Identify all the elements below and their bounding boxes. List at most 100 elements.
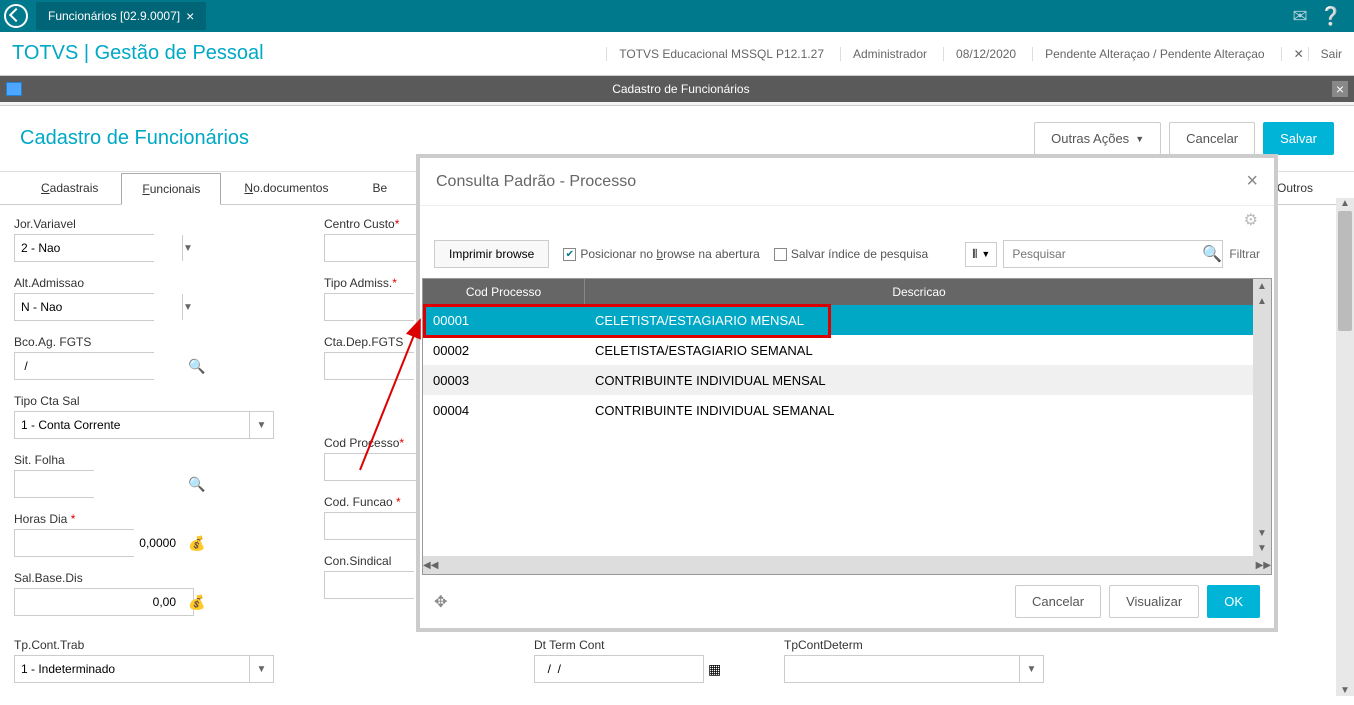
salvar-indice-checkbox[interactable]: Salvar índice de pesquisa [774, 247, 928, 261]
table-row[interactable]: 00004 CONTRIBUINTE INDIVIDUAL SEMANAL [423, 395, 1253, 425]
scroll-down-icon[interactable]: ▼ [1255, 541, 1269, 556]
search-input-group: 🔍 [1003, 240, 1223, 268]
chevron-down-icon[interactable]: ▼ [249, 412, 273, 438]
search-mode-dropdown[interactable]: ⦀ ▼ [965, 242, 997, 267]
money-icon: 💰 [182, 535, 211, 552]
modal-close-icon[interactable]: × [1246, 170, 1258, 193]
tab-funcionais[interactable]: Funcionais [121, 173, 221, 205]
cell-desc: CELETISTA/ESTAGIARIO MENSAL [585, 313, 1253, 328]
window-tab[interactable]: Funcionários [02.9.0007] × [36, 2, 206, 30]
col-header-cod[interactable]: Cod Processo [423, 279, 585, 305]
jor-variavel-label: Jor.Variavel [14, 217, 274, 231]
cell-cod: 00002 [423, 343, 585, 358]
scroll-down-icon[interactable]: ▼ [1340, 685, 1350, 696]
search-icon[interactable]: 🔍 [182, 358, 211, 375]
col-header-desc[interactable]: Descricao [585, 279, 1253, 305]
sal-base-dis-label: Sal.Base.Dis [14, 571, 274, 585]
horas-dia-input[interactable]: 💰 [14, 529, 134, 557]
lookup-modal: Consulta Padrão - Processo × ⚙ Imprimir … [416, 154, 1278, 632]
filter-link[interactable]: Filtrar [1229, 247, 1260, 261]
alt-admissao-select[interactable]: ▼ [14, 293, 154, 321]
tab-label: Funcionários [02.9.0007] [48, 9, 180, 23]
chevron-down-icon[interactable]: ▼ [182, 235, 193, 261]
tipo-cta-sal-label: Tipo Cta Sal [14, 394, 274, 408]
columns-icon: ⦀ [972, 247, 977, 262]
table-row[interactable]: 00001 CELETISTA/ESTAGIARIO MENSAL [423, 305, 1253, 335]
move-icon[interactable]: ✥ [434, 592, 447, 612]
scroll-up-icon[interactable]: ▲ [1255, 294, 1269, 309]
con-sindical-input[interactable]: 🔍 [324, 571, 414, 599]
cta-dep-fgts-input[interactable] [324, 352, 414, 380]
tab-close-icon[interactable]: × [186, 8, 194, 24]
help-icon[interactable]: ❔ [1320, 6, 1342, 27]
chevron-down-icon[interactable]: ▼ [1019, 656, 1043, 682]
search-icon[interactable]: 🔍 [182, 476, 211, 493]
cell-desc: CONTRIBUINTE INDIVIDUAL MENSAL [585, 373, 1253, 388]
sit-folha-label: Sit. Folha [14, 453, 274, 467]
chevron-down-icon[interactable]: ▼ [249, 656, 273, 682]
calendar-icon[interactable]: ▦ [702, 661, 727, 678]
sit-folha-input[interactable]: 🔍 [14, 470, 94, 498]
scroll-down-icon[interactable]: ▼ [1255, 526, 1269, 541]
search-input[interactable] [1004, 247, 1202, 261]
mail-icon[interactable]: ✉ [1292, 6, 1307, 27]
print-browse-button[interactable]: Imprimir browse [434, 240, 549, 268]
page-title: Cadastro de Funcionários [20, 127, 249, 150]
money-icon: 💰 [182, 594, 211, 611]
modal-view-button[interactable]: Visualizar [1109, 585, 1199, 618]
modal-cancel-button[interactable]: Cancelar [1015, 585, 1101, 618]
date-label: 08/12/2020 [943, 47, 1016, 61]
window-close-icon[interactable]: × [1332, 81, 1348, 97]
table-row[interactable]: 00003 CONTRIBUINTE INDIVIDUAL MENSAL [423, 365, 1253, 395]
dt-term-cont-label: Dt Term Cont [534, 638, 704, 652]
save-button[interactable]: Salvar [1263, 122, 1334, 155]
search-icon[interactable]: 🔍 [1202, 244, 1222, 264]
checkbox-icon [774, 248, 787, 261]
tp-cont-determ-select[interactable]: ▼ [784, 655, 1044, 683]
chevron-down-icon[interactable]: ▼ [182, 294, 193, 320]
table-vscrollbar[interactable]: ▲ ▲ ▼ ▼ [1253, 279, 1271, 556]
chevron-down-icon: ▼ [981, 249, 990, 259]
tab-beneficios[interactable]: Be [351, 172, 408, 204]
dt-term-cont-input[interactable]: ▦ [534, 655, 704, 683]
page-scrollbar[interactable]: ▲ ▼ [1336, 198, 1354, 696]
cell-desc: CELETISTA/ESTAGIARIO SEMANAL [585, 343, 1253, 358]
tp-cont-determ-label: TpContDeterm [784, 638, 1044, 652]
tp-cont-trab-label: Tp.Cont.Trab [14, 638, 274, 652]
other-actions-button[interactable]: Outras Ações ▼ [1034, 122, 1161, 155]
app-title: TOTVS | Gestão de Pessoal [12, 42, 264, 65]
posicionar-checkbox[interactable]: ✔ Posicionar no browse na abertura [563, 247, 759, 261]
user-label: Administrador [840, 47, 927, 61]
table-row[interactable]: 00002 CELETISTA/ESTAGIARIO SEMANAL [423, 335, 1253, 365]
header-bar: TOTVS | Gestão de Pessoal TOTVS Educacio… [0, 32, 1354, 76]
cell-cod: 00003 [423, 373, 585, 388]
cancel-button[interactable]: Cancelar [1169, 122, 1255, 155]
mdi-window-title: Cadastro de Funcionários × [0, 76, 1354, 102]
scroll-up-icon[interactable]: ▲ [1255, 279, 1269, 294]
tipo-cta-sal-select[interactable]: ▼ [14, 411, 274, 439]
jor-variavel-select[interactable]: ▼ [14, 234, 154, 262]
sal-base-dis-input[interactable]: 💰 [14, 588, 194, 616]
cell-cod: 00004 [423, 403, 585, 418]
title-bar: Funcionários [02.9.0007] × ✉ ❔ [0, 0, 1354, 32]
gear-icon[interactable]: ⚙ [1244, 206, 1274, 230]
scroll-up-icon[interactable]: ▲ [1340, 198, 1350, 209]
modal-title: Consulta Padrão - Processo [436, 173, 636, 191]
bco-ag-fgts-input[interactable]: 🔍 [14, 352, 154, 380]
tab-documentos[interactable]: No.documentos [223, 172, 349, 204]
status-label: Pendente Alteraçao / Pendente Alteraçao [1032, 47, 1265, 61]
scroll-left-icon[interactable]: ◀◀ [423, 560, 438, 571]
cell-desc: CONTRIBUINTE INDIVIDUAL SEMANAL [585, 403, 1253, 418]
tp-cont-trab-select[interactable]: ▼ [14, 655, 274, 683]
cell-cod: 00001 [423, 313, 585, 328]
scroll-thumb[interactable] [1338, 211, 1352, 331]
tipo-admiss-input[interactable]: 🔍 [324, 293, 414, 321]
modal-ok-button[interactable]: OK [1207, 585, 1260, 618]
tab-cadastrais[interactable]: Cadastrais [20, 172, 119, 204]
table-hscrollbar[interactable]: ◀◀ ▶▶ [423, 556, 1271, 574]
exit-button[interactable]: ✕ Sair [1281, 47, 1342, 61]
app-logo-icon[interactable] [4, 4, 28, 28]
window-icon [6, 82, 22, 96]
scroll-right-icon[interactable]: ▶▶ [1256, 560, 1271, 571]
window-title-text: Cadastro de Funcionários [30, 82, 1332, 96]
